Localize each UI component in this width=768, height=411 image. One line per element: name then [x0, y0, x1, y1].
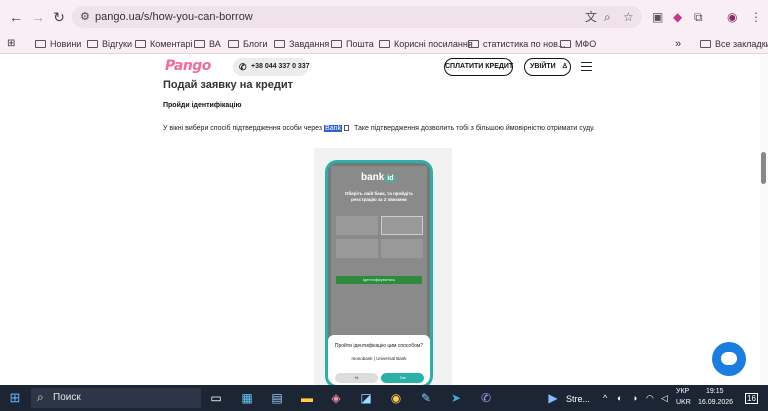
notification-badge[interactable]: 16 [745, 393, 758, 404]
mockup-sheet-bank: monobank | Universal Bank [351, 356, 407, 361]
language-bottom[interactable]: UKR [676, 399, 691, 406]
screenshot-icon[interactable]: ▣ [652, 10, 663, 24]
notes-app-icon[interactable]: ◪ [358, 390, 374, 406]
search-icon: ⌕ [37, 390, 44, 404]
mockup-identify-button: Ідентифікуватись [336, 276, 422, 284]
chrome-icon[interactable]: ◉ [388, 390, 404, 406]
wifi-icon[interactable]: ◠ [646, 393, 654, 404]
bookmark-folder[interactable]: ВА [194, 37, 221, 51]
folder-icon [468, 40, 479, 48]
mockup-sheet-question: Пройти ідентифікацію цим способом? [334, 343, 424, 349]
web-page: Pango ✆ +38 044 337 0 337 СПЛАТИТИ КРЕДИТ… [0, 54, 768, 385]
clock-time[interactable]: 19:15 [706, 388, 724, 395]
copilot-icon[interactable]: ◈ [328, 390, 344, 406]
tray-app-icon[interactable]: ◑ [632, 393, 637, 403]
site-header: Pango ✆ +38 044 337 0 337 СПЛАТИТИ КРЕДИТ… [0, 54, 760, 80]
extension-icon[interactable]: ◆ [673, 10, 682, 24]
stream-app-label[interactable]: Stre... [566, 394, 590, 404]
forward-icon[interactable]: → [30, 9, 46, 25]
volume-icon[interactable]: ◁ [661, 393, 668, 404]
browser-toolbar: ← → ↻ ⚙ pango.ua/s/how-you-can-borrow 文 … [0, 0, 768, 34]
bookmark-star-icon[interactable]: ☆ [623, 10, 634, 24]
mockup-no-button: Ні [335, 373, 378, 383]
bookmark-folder[interactable]: Завдання [274, 37, 329, 51]
folder-icon [379, 40, 390, 48]
bank-tile [381, 239, 423, 258]
bookmark-folder[interactable]: статистика по нов... [468, 37, 565, 51]
tray-app-icon[interactable]: ◐ [617, 393, 622, 403]
viber-icon[interactable]: ✆ [478, 390, 494, 406]
mockup-screen: bank id Оберіть свій банк, та пройдіть ре… [331, 166, 427, 336]
bookmark-folder[interactable]: Пошта [331, 37, 374, 51]
bank-tile [381, 216, 423, 235]
bookmark-folder[interactable]: Новини [35, 37, 81, 51]
start-windows-icon[interactable]: ⊞ [7, 390, 23, 406]
taskbar-search-box[interactable]: ⌕ Поиск [31, 388, 201, 408]
folder-icon [560, 40, 571, 48]
mockup-yes-button: Так [381, 373, 424, 383]
mockup-confirm-sheet: Пройти ідентифікацію цим способом? monob… [328, 335, 430, 385]
phone-button[interactable]: ✆ +38 044 337 0 337 [233, 58, 310, 76]
page-heading: Подай заявку на кредит [163, 79, 293, 91]
login-button[interactable]: УВІЙТИ ♙ [524, 58, 571, 76]
reload-icon[interactable]: ↻ [51, 9, 67, 25]
folder-icon [135, 40, 146, 48]
selected-text: Bank [324, 125, 343, 132]
bookmarks-bar: ⊞ Новини Відгуки Коментарі ВА Блоги Завд… [0, 34, 768, 54]
address-bar[interactable]: ⚙ pango.ua/s/how-you-can-borrow [72, 6, 642, 28]
task-view-icon[interactable]: ▭ [208, 390, 224, 406]
folder-icon [194, 40, 205, 48]
calculator-icon[interactable]: ▤ [269, 390, 285, 406]
search-placeholder: Поиск [53, 392, 81, 403]
pen-app-icon[interactable]: ✎ [418, 390, 434, 406]
bank-tile [336, 239, 378, 258]
step-subheading: Пройди ідентифікацію [163, 102, 242, 109]
pay-credit-button[interactable]: СПЛАТИТИ КРЕДИТ [444, 58, 513, 76]
bookmark-folder[interactable]: МФО [560, 37, 596, 51]
bankid-logo: bank id [361, 172, 396, 183]
stream-app-icon[interactable]: ▶ [545, 390, 561, 406]
telegram-icon[interactable]: ➤ [448, 390, 464, 406]
site-logo[interactable]: Pango [165, 58, 211, 74]
back-icon[interactable]: ← [8, 9, 24, 25]
site-info-icon[interactable]: ⚙ [80, 10, 90, 23]
extensions-puzzle-icon[interactable]: ⧉ [694, 10, 703, 24]
url-text: pango.ua/s/how-you-can-borrow [95, 11, 253, 23]
chat-widget-button[interactable] [712, 342, 746, 376]
clock-date[interactable]: 16.09.2026 [698, 399, 733, 406]
folder-icon [331, 40, 342, 48]
profile-avatar-icon[interactable]: ◉ [727, 10, 737, 24]
bookmark-folder[interactable]: Коментарі [135, 37, 192, 51]
mockup-prompt-line2: реєстрацію за 2 хвилини [351, 197, 407, 202]
windows-taskbar: ⊞ ⌕ Поиск ▭ ▦ ▤ ▬ ◈ ◪ ◉ ✎ ➤ ✆ ▶ Stre... … [0, 385, 768, 411]
bookmark-folder[interactable]: Корисні посилання [379, 37, 473, 51]
tray-chevron-icon[interactable]: ^ [603, 393, 607, 403]
more-bookmarks-button[interactable]: » [675, 37, 681, 51]
folder-icon [274, 40, 285, 48]
translate-icon[interactable]: 文 [585, 10, 597, 24]
language-top[interactable]: УКР [676, 388, 689, 395]
user-icon: ♙ [561, 63, 568, 70]
apps-grid-icon[interactable]: ⊞ [7, 37, 15, 51]
folder-icon [35, 40, 46, 48]
bookmark-folder[interactable]: Блоги [228, 37, 267, 51]
folder-icon [87, 40, 98, 48]
phone-icon: ✆ [239, 62, 247, 72]
copy-icon[interactable] [344, 125, 350, 131]
all-bookmarks-folder[interactable]: Все закладки [700, 37, 768, 51]
widgets-icon[interactable]: ▦ [239, 390, 255, 406]
bank-tile [336, 216, 378, 235]
folder-icon [700, 40, 711, 48]
hamburger-menu-icon[interactable] [581, 62, 592, 71]
menu-kebab-icon[interactable]: ⋮ [750, 10, 762, 24]
page-scrollbar-track [760, 54, 768, 385]
folder-icon [228, 40, 239, 48]
instruction-text: У вікні вибери спосіб підтвердження особ… [163, 125, 595, 132]
zoom-icon[interactable]: ⌕ [604, 10, 611, 24]
phone-mockup-image: bank id Оберіть свій банк, та пройдіть ре… [325, 160, 433, 385]
bookmark-folder[interactable]: Відгуки [87, 37, 132, 51]
page-scrollbar-thumb[interactable] [761, 152, 766, 184]
file-explorer-icon[interactable]: ▬ [299, 390, 315, 406]
